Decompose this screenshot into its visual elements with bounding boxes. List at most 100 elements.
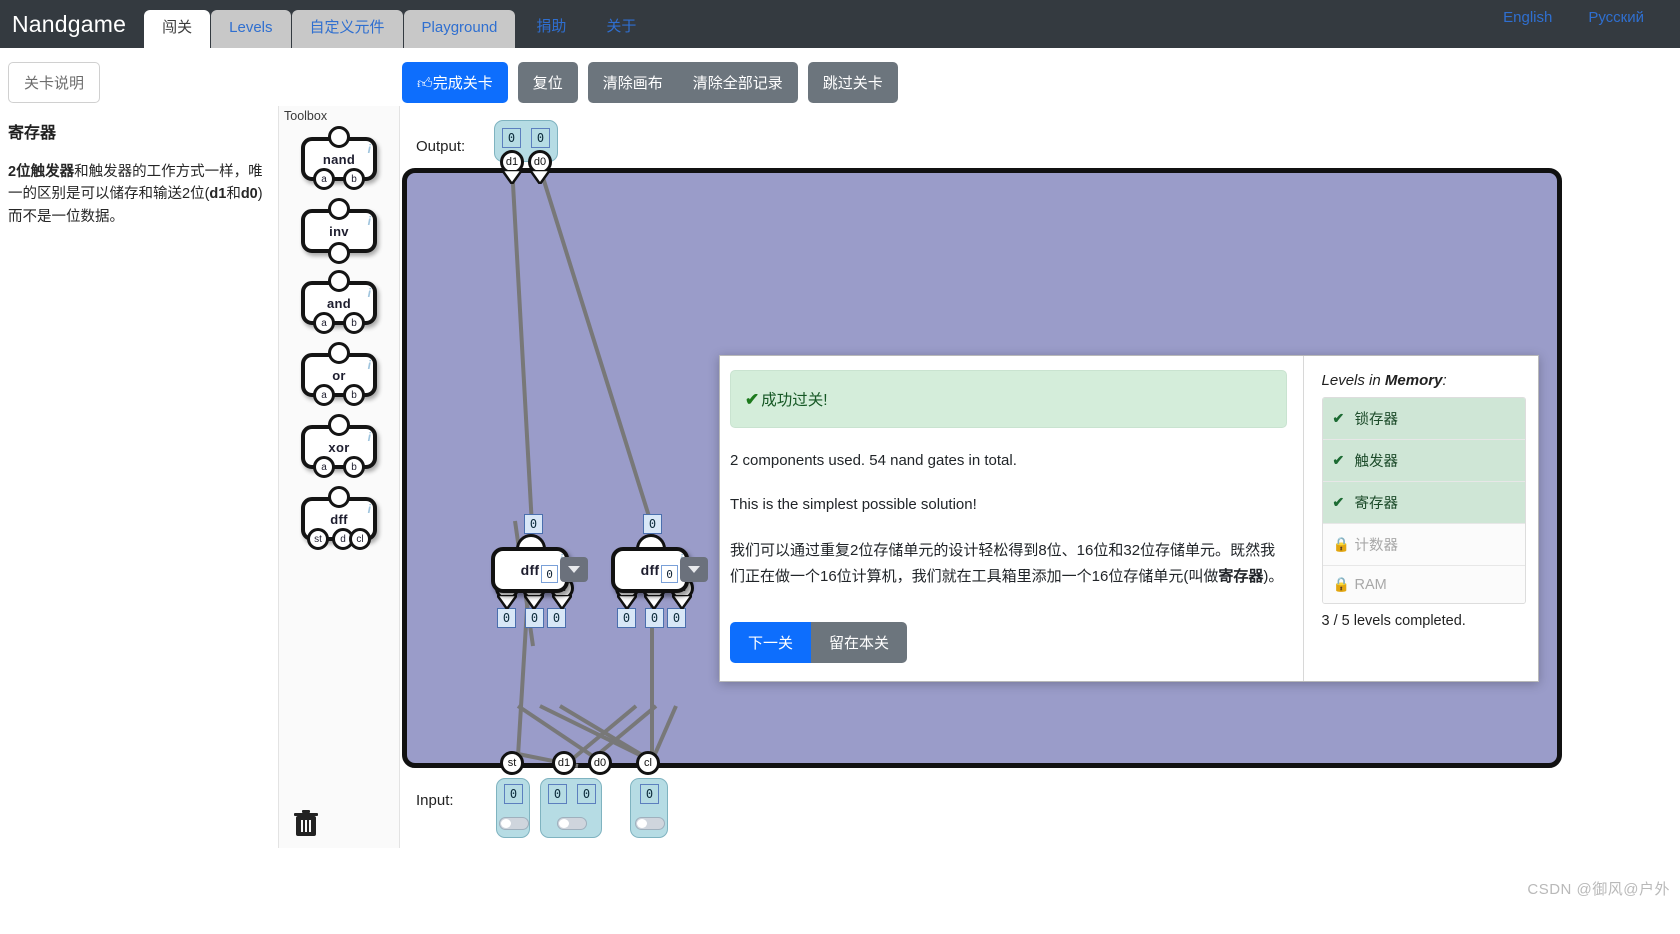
lang-english[interactable]: English bbox=[1485, 9, 1570, 40]
level-label: 锁存器 bbox=[1354, 412, 1399, 428]
next-level-button[interactable]: 下一关 bbox=[730, 622, 812, 663]
input-node-cl[interactable]: 0 bbox=[630, 778, 668, 838]
gate-label: xor bbox=[328, 439, 350, 455]
gate-input-pin-cl: cl bbox=[349, 528, 371, 550]
skip-level-button[interactable]: 跳过关卡 bbox=[807, 62, 898, 103]
level-row-ram[interactable]: 🔒 RAM bbox=[1322, 566, 1525, 603]
input-value-d0: 0 bbox=[577, 784, 596, 804]
desc-d1: d1 bbox=[209, 186, 227, 203]
toolbox-gate-xor[interactable]: xor i a b bbox=[301, 414, 377, 478]
tab-custom-components[interactable]: 自定义元件 bbox=[291, 10, 403, 48]
info-icon[interactable]: i bbox=[368, 430, 371, 444]
success-alert: ✔ 成功过关! bbox=[730, 370, 1287, 428]
check-icon: ✔ bbox=[1332, 494, 1345, 510]
levels-heading-prefix: Levels in bbox=[1321, 372, 1385, 389]
levels-heading: Levels in Memory: bbox=[1322, 372, 1526, 389]
toolbox-gate-or[interactable]: or i a b bbox=[301, 342, 377, 406]
component-value: 0 bbox=[661, 565, 678, 583]
info-icon[interactable]: i bbox=[368, 286, 371, 300]
thumbs-up-icon: 👍︎ bbox=[417, 75, 433, 92]
explanation-text: 我们可以通过重复2位存储单元的设计轻松得到8位、16位和32位存储单元。既然我们… bbox=[730, 538, 1287, 591]
chevron-down-icon bbox=[568, 566, 580, 573]
info-icon[interactable]: i bbox=[368, 502, 371, 516]
toolbox-gate-inv[interactable]: inv i bbox=[301, 198, 377, 264]
input-port-st[interactable]: st bbox=[500, 751, 524, 775]
gate-label: nand bbox=[322, 151, 356, 167]
clear-button-group: 清除画布 清除全部记录 bbox=[587, 62, 798, 103]
lang-russian[interactable]: Русский bbox=[1570, 9, 1662, 40]
check-icon: ✔ bbox=[745, 390, 760, 409]
clear-all-records-button[interactable]: 清除全部记录 bbox=[677, 62, 798, 103]
input-value-st: 0 bbox=[504, 784, 523, 804]
simplest-text: This is the simplest possible solution! bbox=[730, 495, 977, 513]
dialog-actions: 下一关 留在本关 bbox=[730, 622, 908, 663]
toolbox-items: nand i a b inv i and i a b or i a b xor … bbox=[279, 126, 399, 550]
component-arrow-st-2 bbox=[617, 595, 637, 609]
input-port-cl[interactable]: cl bbox=[636, 751, 660, 775]
toolbox-gate-and[interactable]: and i a b bbox=[301, 270, 377, 334]
component-arrow-cl-2 bbox=[672, 595, 692, 609]
gate-input-pin-a: a bbox=[313, 456, 335, 478]
component-value: 0 bbox=[541, 565, 558, 583]
level-row-register[interactable]: ✔ 寄存器 bbox=[1322, 482, 1525, 524]
input-node-st[interactable]: 0 bbox=[496, 778, 530, 838]
levels-heading-suffix: : bbox=[1442, 372, 1447, 389]
action-toolbar: 👍︎完成关卡 复位 清除画布 清除全部记录 跳过关卡 bbox=[402, 62, 908, 103]
levels-heading-group: Memory bbox=[1384, 372, 1443, 389]
gate-input-pin-a: a bbox=[313, 168, 335, 190]
output-value-d0: 0 bbox=[531, 128, 550, 148]
complete-level-button[interactable]: 👍︎完成关卡 bbox=[402, 62, 508, 103]
info-icon[interactable]: i bbox=[368, 358, 371, 372]
dialog-levels-panel: Levels in Memory: ✔ 锁存器 ✔ 触发器 ✔ 寄存器 🔒 计数… bbox=[1302, 356, 1538, 681]
reset-button[interactable]: 复位 bbox=[517, 62, 578, 103]
desc-part2: 和 bbox=[226, 186, 241, 203]
output-label: Output: bbox=[416, 138, 466, 155]
input-node-d[interactable]: 0 0 bbox=[540, 778, 602, 838]
stay-on-level-button[interactable]: 留在本关 bbox=[811, 622, 908, 663]
level-label: 触发器 bbox=[1354, 454, 1399, 470]
lock-icon: 🔒 bbox=[1332, 576, 1350, 592]
input-toggle-cl[interactable] bbox=[635, 817, 665, 830]
gate-label: and bbox=[326, 295, 351, 311]
toolbox-title: Toolbox bbox=[284, 109, 328, 123]
toolbox-gate-dff[interactable]: dff i st d cl bbox=[301, 486, 377, 550]
lock-icon: 🔒 bbox=[1332, 536, 1350, 552]
gate-output-pin bbox=[328, 414, 350, 436]
level-row-counter[interactable]: 🔒 计数器 bbox=[1322, 524, 1525, 566]
clear-canvas-button[interactable]: 清除画布 bbox=[587, 62, 678, 103]
info-icon[interactable]: i bbox=[368, 142, 371, 156]
gate-input-pin-a: a bbox=[313, 384, 335, 406]
component-menu-button-2[interactable] bbox=[680, 557, 708, 582]
output-arrow-d0 bbox=[530, 170, 550, 184]
input-port-d0[interactable]: d0 bbox=[588, 751, 612, 775]
level-row-latch[interactable]: ✔ 锁存器 bbox=[1322, 398, 1525, 440]
input-toggle-st[interactable] bbox=[499, 817, 529, 830]
tab-playground[interactable]: Playground bbox=[403, 10, 516, 48]
explain-line-1: 我们可以通过重复2位存储单元的设计轻松得到8位、16位和32位存储单元。 bbox=[730, 541, 1231, 559]
component-dff-2[interactable]: dff 0 i bbox=[611, 547, 689, 593]
trash-icon[interactable] bbox=[293, 810, 319, 838]
toolbox-gate-nand[interactable]: nand i a b bbox=[301, 126, 377, 190]
nav-link-about[interactable]: 关于 bbox=[586, 15, 656, 48]
info-icon[interactable]: i bbox=[368, 214, 371, 228]
component-menu-button-1[interactable] bbox=[560, 557, 588, 582]
level-row-flipflop[interactable]: ✔ 触发器 bbox=[1322, 440, 1525, 482]
success-message: 成功过关! bbox=[761, 392, 828, 409]
tab-campaign[interactable]: 闯关 bbox=[144, 10, 211, 48]
output-value-d1: 0 bbox=[502, 128, 521, 148]
level-complete-dialog: ✔ 成功过关! 2 components used. 54 nand gates … bbox=[719, 355, 1539, 682]
input-port-d1[interactable]: d1 bbox=[552, 751, 576, 775]
component-arrow-d-2 bbox=[644, 595, 664, 609]
nav-link-donate[interactable]: 捐助 bbox=[516, 15, 586, 48]
component-pin-value-st-1: 0 bbox=[497, 608, 516, 628]
tab-levels[interactable]: Levels bbox=[211, 10, 291, 48]
check-icon: ✔ bbox=[1332, 410, 1345, 426]
component-dff-1[interactable]: dff 0 i bbox=[491, 547, 569, 593]
gate-output-pin bbox=[328, 342, 350, 364]
input-toggle-d[interactable] bbox=[557, 817, 587, 830]
component-pin-value-cl-1: 0 bbox=[547, 608, 566, 628]
gate-input-pin-b: b bbox=[343, 384, 365, 406]
gate-label: dff bbox=[330, 511, 348, 527]
level-help-button[interactable]: 关卡说明 bbox=[8, 62, 101, 103]
brand-title: Nandgame bbox=[12, 11, 127, 37]
